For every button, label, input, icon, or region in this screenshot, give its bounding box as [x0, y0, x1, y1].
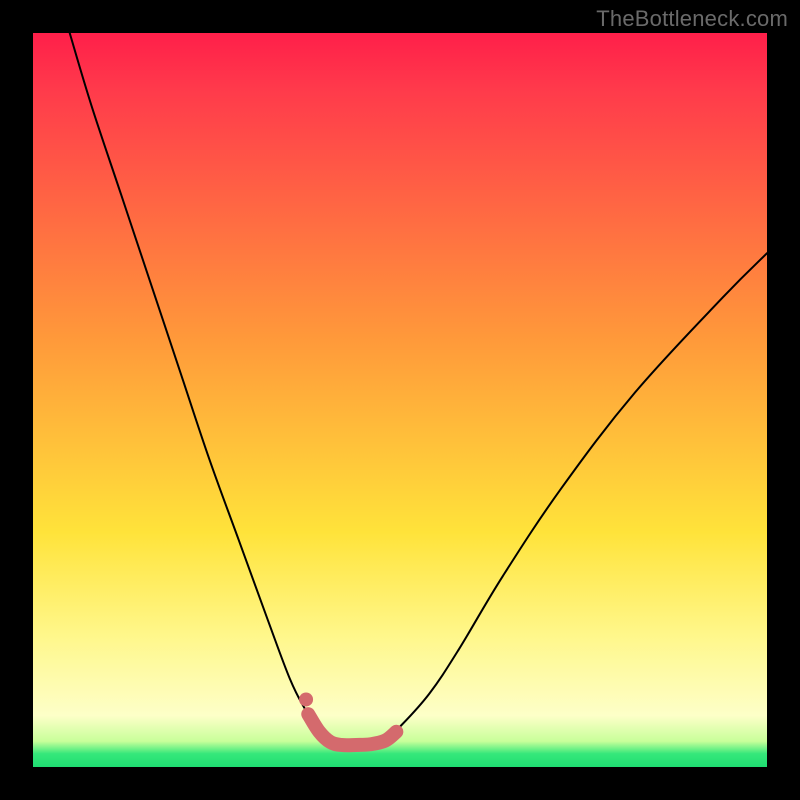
optimal-zone-extra-dot [299, 692, 313, 706]
chart-svg [33, 33, 767, 767]
bottleneck-curve [70, 33, 767, 745]
chart-plot-area [33, 33, 767, 767]
chart-frame: TheBottleneck.com [0, 0, 800, 800]
watermark-text: TheBottleneck.com [596, 6, 788, 32]
optimal-zone-marker [308, 714, 396, 745]
